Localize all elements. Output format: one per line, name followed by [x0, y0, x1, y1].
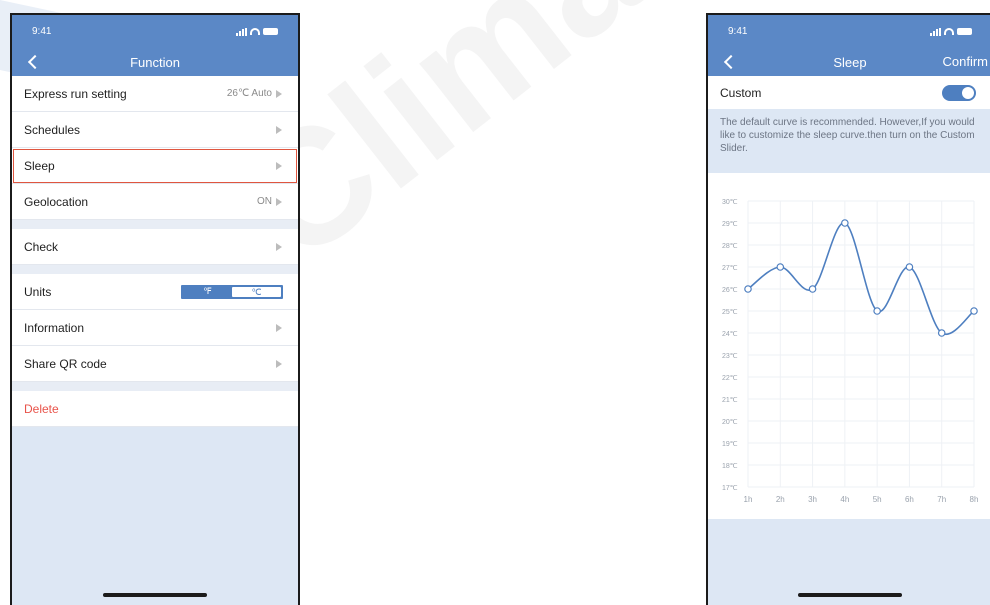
chevron-right-icon [276, 242, 282, 251]
curve-point[interactable] [841, 219, 849, 227]
x-tick-label: 2h [776, 495, 785, 504]
wifi-icon [250, 28, 260, 35]
sleep-phone: 9:41 Sleep Confirm Custom The default cu… [706, 13, 990, 605]
curve-point[interactable] [905, 263, 914, 271]
chevron-right-icon [276, 323, 282, 332]
chevron-right-icon [276, 125, 282, 134]
row-label: Express run setting [24, 86, 127, 101]
information-row[interactable]: Information [12, 310, 298, 346]
custom-label: Custom [720, 85, 762, 100]
back-icon[interactable] [26, 52, 46, 72]
geolocation-row[interactable]: Geolocation ON [12, 184, 298, 220]
y-tick-label: 29℃ [722, 221, 738, 228]
nav-bar: Sleep Confirm [708, 48, 990, 76]
chevron-right-icon [276, 359, 282, 368]
units-toggle[interactable]: ℉ ℃ [181, 284, 283, 299]
y-tick-label: 19℃ [722, 441, 738, 448]
curve-point[interactable] [744, 285, 752, 293]
x-tick-label: 5h [873, 495, 882, 504]
x-tick-label: 3h [808, 495, 817, 504]
row-label: Information [24, 320, 85, 335]
y-tick-label: 28℃ [722, 243, 738, 250]
y-tick-label: 30℃ [722, 199, 738, 206]
row-label: Check [24, 239, 59, 254]
chevron-right-icon [276, 89, 282, 98]
y-tick-label: 20℃ [722, 419, 738, 426]
y-tick-label: 17℃ [722, 485, 738, 492]
chevron-right-icon [276, 161, 282, 170]
delete-button: Delete [24, 401, 59, 416]
units-row: Units ℉ ℃ [12, 274, 298, 310]
sleep-curve-line [747, 222, 975, 336]
custom-switch[interactable] [942, 84, 976, 101]
curve-point[interactable] [776, 263, 785, 271]
battery-icon [263, 28, 278, 35]
custom-row: Custom [708, 76, 990, 109]
row-label: Schedules [24, 122, 81, 137]
x-tick-label: 6h [905, 495, 914, 504]
page-title: Function [130, 54, 180, 70]
row-label: Geolocation [24, 194, 89, 209]
express-run-setting-row[interactable]: Express run setting 26℃ Auto [12, 76, 298, 112]
wifi-icon [944, 28, 954, 35]
row-value: ON [257, 196, 272, 207]
curve-point[interactable] [970, 307, 978, 315]
row-label: Share QR code [24, 356, 107, 371]
status-bar: 9:41 [708, 15, 990, 48]
y-tick-label: 27℃ [722, 265, 738, 272]
signal-icon [930, 27, 941, 36]
chevron-right-icon [276, 197, 282, 206]
row-label: Sleep [24, 158, 55, 173]
y-tick-label: 25℃ [722, 309, 738, 316]
unit-option-celsius[interactable]: ℃ [232, 286, 281, 297]
curve-point[interactable] [873, 307, 881, 315]
home-indicator [103, 593, 207, 597]
curve-point[interactable] [937, 329, 946, 337]
status-bar: 9:41 [12, 15, 298, 48]
sleep-curve-svg: 30℃ 29℃ 28℃ 27℃ 26℃ 25℃ 24℃ 23℃ 22℃ 21℃ 20℃ 19℃ 18℃ 1… [722, 199, 979, 504]
home-indicator [798, 593, 902, 597]
function-phone: 9:41 Function Express run setting 26℃ Au… [10, 13, 300, 605]
row-label: Units [24, 284, 52, 299]
curve-point[interactable] [808, 285, 817, 293]
x-tick-label: 1h [744, 495, 753, 504]
section-divider [12, 265, 298, 274]
sleep-curve-chart: 30℃ 29℃ 28℃ 27℃ 26℃ 25℃ 24℃ 23℃ 22℃ 21℃ 20℃ 19℃ 18℃ 1… [708, 173, 990, 519]
y-tick-label: 26℃ [722, 287, 738, 294]
custom-description: The default curve is recommended. Howeve… [708, 109, 990, 173]
status-time: 9:41 [32, 26, 52, 37]
schedules-row[interactable]: Schedules [12, 112, 298, 148]
function-list: Express run setting 26℃ Auto Schedules S… [12, 76, 298, 427]
x-tick-label: 8h [970, 495, 979, 504]
sleep-row[interactable]: Sleep [12, 148, 298, 184]
nav-bar: Function [12, 48, 298, 76]
y-tick-label: 23℃ [722, 353, 738, 360]
y-tick-label: 22℃ [722, 375, 738, 382]
signal-icon [236, 27, 247, 36]
row-value: 26℃ Auto [226, 88, 272, 99]
check-row[interactable]: Check [12, 229, 298, 265]
status-time: 9:41 [728, 26, 748, 37]
y-tick-label: 24℃ [722, 331, 738, 338]
back-icon[interactable] [722, 52, 742, 72]
share-qr-code-row[interactable]: Share QR code [12, 346, 298, 382]
battery-icon [957, 28, 972, 35]
y-tick-label: 18℃ [722, 463, 738, 470]
x-tick-label: 4h [840, 495, 849, 504]
delete-row[interactable]: Delete [12, 391, 298, 427]
unit-option-fahrenheit[interactable]: ℉ [183, 286, 232, 297]
y-tick-label: 21℃ [722, 397, 738, 404]
confirm-button[interactable]: Confirm [942, 54, 988, 69]
x-tick-label: 7h [937, 495, 946, 504]
section-divider [12, 220, 298, 229]
section-divider [12, 382, 298, 391]
